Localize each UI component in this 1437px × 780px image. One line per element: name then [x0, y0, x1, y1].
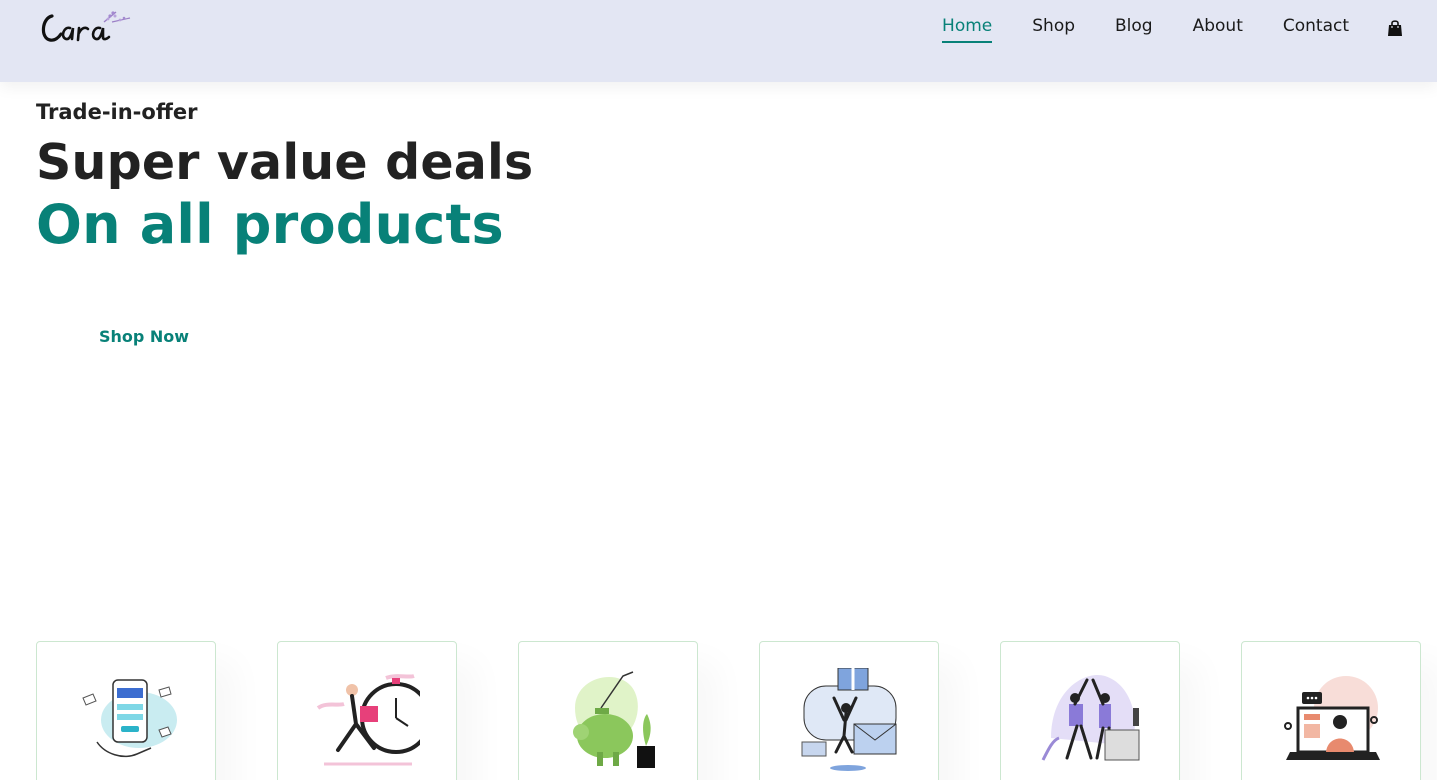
fast-delivery-illustration-icon: [316, 674, 420, 766]
gift-envelope-illustration-icon: [801, 668, 897, 771]
feature-card[interactable]: [277, 641, 457, 780]
feature-card[interactable]: [1241, 641, 1421, 780]
feature-card[interactable]: [518, 641, 698, 780]
piggy-bank-savings-illustration-icon: [573, 671, 655, 768]
hero-kicker: Trade-in-offer: [36, 100, 198, 124]
main-nav: Home Shop Blog About Contact: [902, 16, 1403, 43]
feature-card[interactable]: [1000, 641, 1180, 780]
nav-blog[interactable]: Blog: [1115, 16, 1153, 40]
site-header: Home Shop Blog About Contact: [0, 0, 1437, 82]
online-support-laptop-illustration-icon: [1284, 676, 1380, 760]
feature-card[interactable]: [36, 641, 216, 780]
nav-shop[interactable]: Shop: [1032, 16, 1075, 40]
hero-subtitle: On all products: [36, 193, 504, 256]
high-five-team-illustration-icon: [1041, 674, 1140, 761]
nav-home[interactable]: Home: [942, 16, 993, 43]
feature-card[interactable]: [759, 641, 939, 780]
shop-now-button[interactable]: Shop Now: [80, 318, 208, 354]
nav-contact[interactable]: Contact: [1283, 16, 1349, 40]
mobile-payment-illustration-icon: [82, 679, 177, 758]
cara-logo[interactable]: [38, 4, 138, 48]
hero-title: Super value deals: [36, 134, 534, 191]
nav-about[interactable]: About: [1193, 16, 1243, 40]
shopping-bag-icon[interactable]: [1387, 19, 1403, 37]
